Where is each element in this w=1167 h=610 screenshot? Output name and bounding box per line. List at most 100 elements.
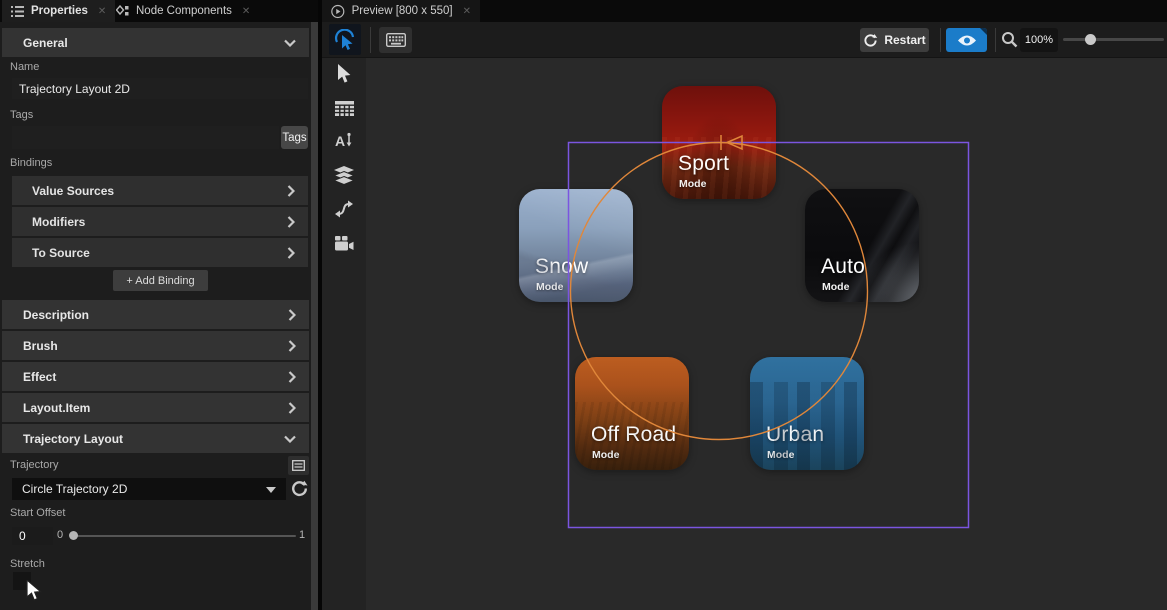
tile-subtitle: Mode (536, 281, 563, 293)
tile-title: Snow (535, 255, 588, 279)
layers-tool-button[interactable] (334, 165, 354, 185)
toolbar-separator (940, 28, 941, 52)
binding-row-to-source[interactable]: To Source (12, 238, 308, 267)
section-trajectory-layout[interactable]: Trajectory Layout (2, 424, 309, 453)
tab-properties[interactable]: Properties ✕ (2, 0, 115, 22)
tab-preview[interactable]: Preview [800 x 550] ✕ (322, 0, 480, 22)
tab-preview-label: Preview [800 x 550] (352, 5, 453, 17)
close-icon[interactable]: ✕ (98, 6, 106, 17)
binding-row-value-sources[interactable]: Value Sources (12, 176, 308, 205)
analyze-eye-button[interactable] (946, 28, 987, 52)
start-offset-min: 0 (57, 529, 63, 541)
zoom-slider-thumb[interactable] (1085, 34, 1096, 45)
zoom-slider-track[interactable] (1063, 38, 1164, 41)
trajectory-label: Trajectory (10, 459, 59, 471)
play-icon (331, 4, 345, 19)
properties-panel: General Name Trajectory Layout 2D Tags T… (0, 22, 311, 610)
tags-button-label: Tags (282, 132, 306, 144)
binding-row-modifiers[interactable]: Modifiers (12, 207, 308, 236)
zoom-level-value: 100% (1025, 34, 1053, 46)
node-components-icon (116, 5, 129, 17)
section-brush[interactable]: Brush (2, 331, 309, 360)
add-binding-button[interactable]: + Add Binding (113, 270, 208, 291)
close-icon[interactable]: ✕ (242, 6, 250, 17)
tab-node-components[interactable]: Node Components ✕ (107, 0, 259, 22)
toolbar-separator (995, 28, 996, 52)
camera-tool-button[interactable] (334, 233, 354, 253)
mode-tile-sport[interactable]: Sport Mode (662, 86, 776, 199)
keyboard-icon (386, 33, 406, 47)
interact-tool-button[interactable] (329, 24, 361, 55)
close-icon[interactable]: ✕ (463, 6, 471, 17)
dialog-icon (292, 460, 305, 471)
tile-title: Off Road (591, 423, 676, 447)
section-label: Trajectory Layout (23, 432, 123, 446)
tile-subtitle: Mode (767, 449, 794, 461)
chevron-right-icon (287, 185, 295, 197)
section-layout-item[interactable]: Layout.Item (2, 393, 309, 422)
layers-icon (334, 166, 354, 184)
tags-button[interactable]: Tags (281, 126, 308, 149)
mode-tile-snow[interactable]: Snow Mode (519, 189, 633, 302)
text-tool-button[interactable]: A (334, 131, 354, 151)
mode-tile-auto[interactable]: Auto Mode (805, 189, 919, 302)
section-general[interactable]: General (2, 28, 309, 57)
mode-tile-urban[interactable]: Urban Mode (750, 357, 864, 470)
trajectory-reset-button[interactable] (290, 479, 309, 498)
restart-button[interactable]: Restart (860, 28, 929, 52)
trajectory-dropdown[interactable]: Circle Trajectory 2D (12, 478, 286, 500)
add-binding-label: + Add Binding (126, 275, 194, 287)
section-label: Effect (23, 370, 56, 384)
chevron-right-icon (287, 216, 295, 228)
tile-subtitle: Mode (592, 449, 619, 461)
tile-title: Auto (821, 255, 865, 279)
tile-title: Urban (766, 423, 824, 447)
chevron-down-icon (284, 39, 296, 47)
toolbar-separator (370, 27, 371, 53)
section-label: Description (23, 308, 89, 322)
text-a-icon: A (335, 132, 354, 150)
stretch-label: Stretch (10, 558, 45, 570)
start-offset-slider-track[interactable] (71, 535, 296, 537)
grid-tool-button[interactable] (334, 98, 354, 118)
section-label: Layout.Item (23, 401, 90, 415)
restart-label: Restart (884, 33, 925, 47)
tile-title: Sport (678, 152, 729, 176)
kanzi-studio-window: Properties ✕ Node Components ✕ General N… (0, 0, 1167, 610)
magnifier-icon (1001, 31, 1018, 48)
name-value: Trajectory Layout 2D (19, 82, 130, 96)
chevron-right-icon (287, 247, 295, 259)
eye-icon (957, 34, 977, 47)
trajectory-dropdown-value: Circle Trajectory 2D (22, 482, 127, 496)
tab-node-components-label: Node Components (136, 5, 232, 17)
name-label: Name (10, 61, 39, 73)
start-offset-max: 1 (299, 529, 305, 541)
left-tabbar: Properties ✕ Node Components ✕ (0, 0, 318, 22)
branch-arrows-icon (335, 200, 353, 218)
start-offset-input[interactable]: 0 (12, 527, 53, 545)
name-field[interactable]: Trajectory Layout 2D (12, 78, 308, 99)
tags-field[interactable] (12, 126, 279, 149)
panel-scrollbar[interactable] (311, 22, 318, 610)
chevron-right-icon (288, 402, 296, 414)
branch-tool-button[interactable] (334, 199, 354, 219)
list-icon (11, 6, 24, 17)
preview-viewport[interactable]: Sport Mode Snow Mode Auto Mode Off Road … (366, 58, 1167, 610)
trajectory-browse-button[interactable] (288, 456, 309, 475)
binding-row-label: Value Sources (32, 184, 114, 198)
stretch-checkbox[interactable] (13, 572, 31, 590)
section-general-label: General (23, 36, 68, 50)
mode-tile-off-road[interactable]: Off Road Mode (575, 357, 689, 470)
chevron-down-icon (284, 435, 296, 443)
chevron-right-icon (288, 340, 296, 352)
restart-icon (863, 33, 878, 48)
section-description[interactable]: Description (2, 300, 309, 329)
svg-text:A: A (335, 133, 345, 149)
tags-label: Tags (10, 109, 33, 121)
select-tool-button[interactable] (334, 64, 354, 84)
start-offset-slider-thumb[interactable] (69, 531, 78, 540)
section-effect[interactable]: Effect (2, 362, 309, 391)
zoom-level-field[interactable]: 100% (1020, 28, 1058, 52)
virtual-keyboard-button[interactable] (379, 27, 412, 53)
section-label: Brush (23, 339, 58, 353)
